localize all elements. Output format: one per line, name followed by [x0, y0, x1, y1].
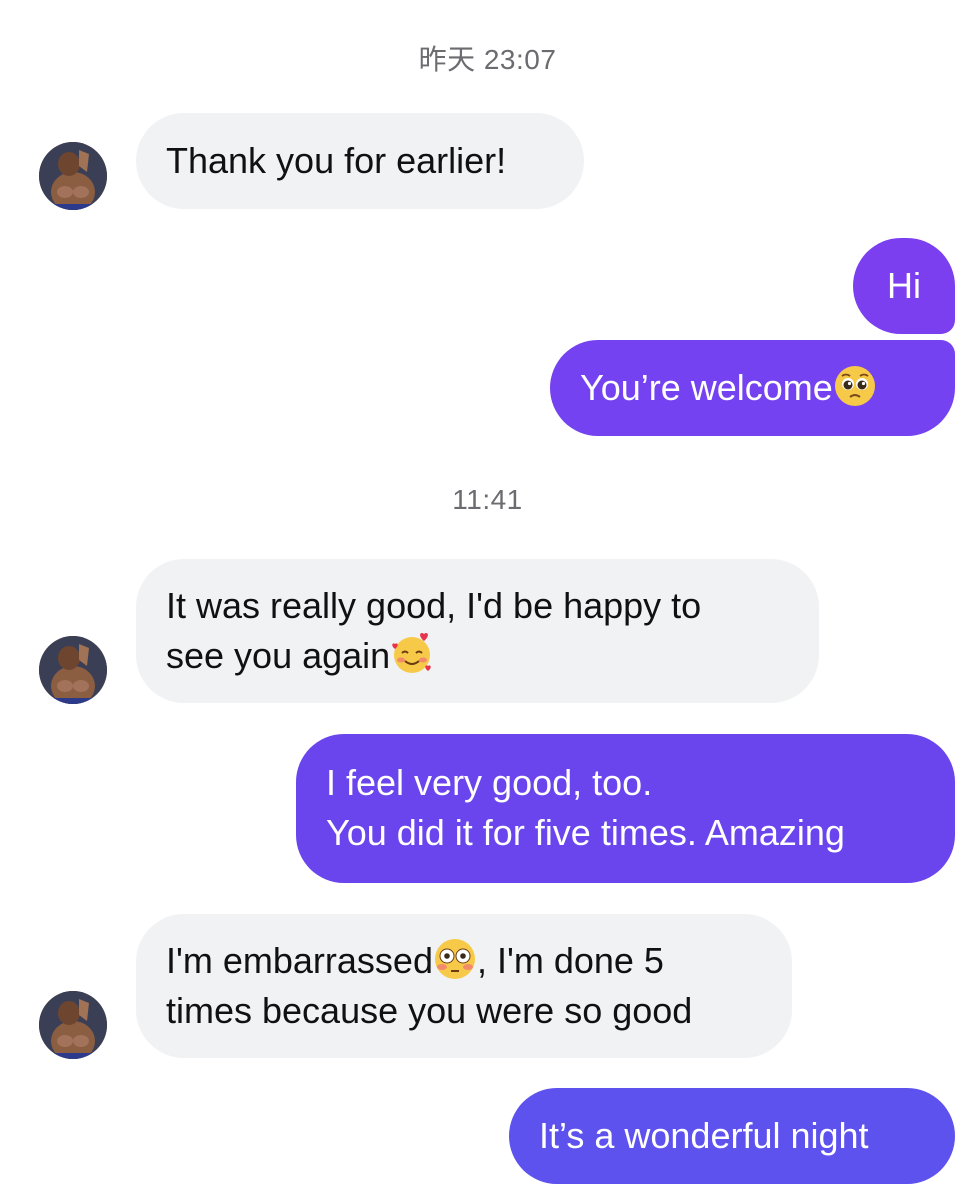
message-bubble-outgoing[interactable]: You’re welcome [550, 340, 955, 436]
flushed-face-emoji-icon [433, 937, 477, 981]
message-text-line: I feel very good, too. [326, 762, 653, 803]
timestamp-divider: 昨天 23:07 [418, 44, 557, 75]
message-text: , I'm done 5 [476, 940, 664, 981]
message-text: Thank you for earlier! [166, 140, 507, 181]
message-bubble-incoming[interactable]: Thank you for earlier! [136, 113, 584, 209]
message-text: It’s a wonderful night [539, 1115, 869, 1156]
smiling-face-with-hearts-emoji-icon [390, 632, 434, 676]
message-bubble-incoming[interactable]: It was really good, I'd be happy to see … [136, 559, 819, 703]
avatar-photo-icon [39, 991, 107, 1059]
avatar-photo-icon [39, 636, 107, 704]
message-text-line: see you again [166, 631, 789, 681]
message-text-line: It was really good, I'd be happy to [166, 585, 702, 626]
message-text: You’re welcome [580, 367, 833, 408]
avatar-photo-icon [39, 142, 107, 210]
message-text: see you again [166, 635, 391, 676]
message-text: I'm embarrassed [166, 940, 433, 981]
timestamp-divider: 11:41 [452, 484, 523, 515]
contact-avatar[interactable] [39, 991, 107, 1059]
message-text: Hi [887, 265, 921, 306]
message-text-line: You did it for five times. Amazing [326, 812, 845, 853]
message-bubble-outgoing[interactable]: It’s a wonderful night [509, 1088, 955, 1184]
message-bubble-incoming[interactable]: I'm embarrassed , I'm done 5 times becau… [136, 914, 792, 1058]
message-text-line: times because you were so good [166, 990, 693, 1031]
contact-avatar[interactable] [39, 142, 107, 210]
message-text-line: I'm embarrassed , I'm done 5 [166, 936, 762, 986]
chat-thread: 昨天 23:07 Thank you for earlier! Hi You’r… [0, 0, 975, 1200]
pleading-face-emoji-icon [833, 364, 877, 408]
message-bubble-outgoing[interactable]: I feel very good, too. You did it for fi… [296, 734, 955, 883]
contact-avatar[interactable] [39, 636, 107, 704]
message-bubble-outgoing[interactable]: Hi [853, 238, 955, 334]
